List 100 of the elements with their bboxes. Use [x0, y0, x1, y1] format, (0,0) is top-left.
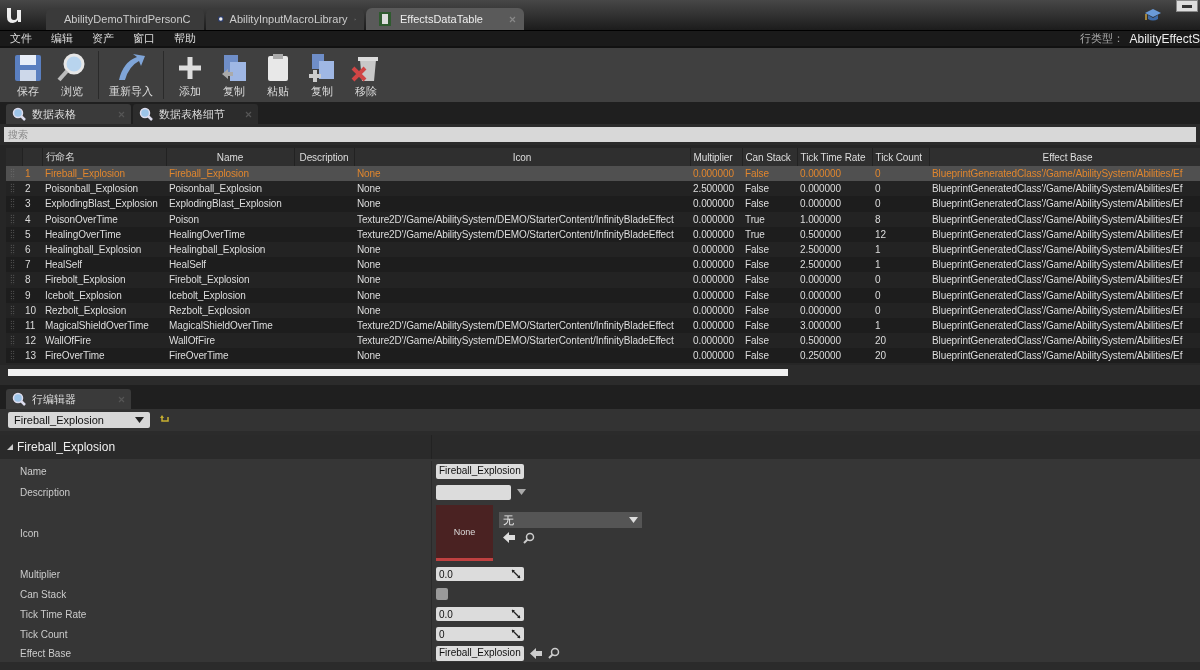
toolbar-button[interactable]: 粘贴: [256, 51, 300, 99]
drag-handle-icon[interactable]: [10, 183, 15, 195]
number-field[interactable]: 0: [436, 627, 524, 641]
table-cell: WallOfFire: [42, 333, 166, 349]
toolbar-button[interactable]: 移除: [344, 51, 388, 99]
table-cell: 0.500000: [797, 226, 872, 242]
minimize-button[interactable]: [1176, 0, 1198, 12]
row-number: 8: [22, 272, 42, 288]
property-label: Can Stack: [20, 588, 67, 600]
column-header[interactable]: Effect Base: [929, 148, 1200, 166]
text-field[interactable]: [436, 484, 511, 500]
drag-handle-icon[interactable]: [10, 289, 15, 301]
table-cell: 12: [872, 226, 929, 242]
toolbar-button[interactable]: 添加: [168, 51, 212, 99]
text-field[interactable]: Fireball_Explosion: [436, 464, 524, 479]
toolbar-button[interactable]: 复制: [212, 51, 256, 99]
table-cell: Healingball_Explosion: [166, 241, 294, 258]
table-cell: 20: [872, 333, 929, 349]
column-header[interactable]: Name: [166, 148, 294, 166]
menu-item[interactable]: 文件: [10, 31, 32, 46]
table-cell: None: [354, 181, 690, 197]
property-label: Multiplier: [20, 568, 60, 580]
drag-handle-icon[interactable]: [10, 213, 15, 225]
asset-field[interactable]: Fireball_Explosion: [436, 645, 524, 661]
drag-handle-icon[interactable]: [10, 335, 15, 347]
table-cell: HealSelf: [42, 257, 166, 273]
table-cell: Firebolt_Explosion: [42, 272, 166, 288]
document-tab[interactable]: AbilityInputMacroLibrary: [206, 8, 364, 30]
table-cell: True: [742, 226, 797, 242]
panel-tab[interactable]: 行编辑器: [6, 389, 131, 409]
table-cell: 0.000000: [690, 317, 742, 334]
left-arrow-icon: [530, 647, 542, 659]
search-field[interactable]: 搜索: [4, 127, 1196, 142]
texture-thumbnail[interactable]: None: [436, 505, 493, 561]
table-cell: HealingOverTime: [166, 226, 294, 242]
asset-dropdown[interactable]: 无: [499, 512, 642, 528]
table-cell: 0.000000: [797, 181, 872, 197]
column-header[interactable]: Description: [294, 148, 354, 166]
scrollbar-thumb[interactable]: [8, 369, 788, 376]
caret-icon: [629, 517, 638, 523]
row-dropdown[interactable]: Fireball_Explosion: [8, 412, 150, 428]
row-number: 13: [22, 348, 42, 364]
panel-tab[interactable]: 数据表格细节: [133, 104, 258, 124]
row-type-value: AbilityEffectS: [1129, 31, 1200, 46]
drag-handle-icon[interactable]: [10, 198, 15, 210]
menu-item[interactable]: 编辑: [51, 31, 73, 46]
toolbar-button[interactable]: 复制: [300, 51, 344, 99]
menu-item[interactable]: 帮助: [174, 31, 196, 46]
table-cell: False: [742, 302, 797, 318]
checkbox[interactable]: [436, 588, 448, 600]
toolbar-button[interactable]: 保存: [6, 51, 50, 99]
table-cell: 2.500000: [690, 181, 742, 197]
table-cell: Icebolt_Explosion: [42, 287, 166, 303]
table-cell: 8: [872, 211, 929, 227]
column-header[interactable]: Multiplier: [690, 148, 742, 166]
table-cell: False: [742, 333, 797, 349]
table-cell: BlueprintGeneratedClass'/Game/AbilitySystem/Abilities/Ef: [929, 226, 1200, 242]
column-header[interactable]: Icon: [354, 148, 690, 166]
logo-icon: [4, 5, 24, 25]
row-number: 9: [22, 287, 42, 303]
table-cell: 2.500000: [797, 241, 872, 258]
table-cell: False: [742, 317, 797, 334]
table-cell: Poisonball_Explosion: [42, 181, 166, 197]
drag-handle-icon[interactable]: [10, 259, 15, 271]
table-cell: 0.000000: [797, 196, 872, 212]
table-cell: BlueprintGeneratedClass'/Game/AbilitySystem/Abilities/Ef: [929, 348, 1200, 364]
row-number: 2: [22, 181, 42, 197]
table-cell: 0.000000: [690, 166, 742, 182]
table-cell: False: [742, 272, 797, 288]
document-tab[interactable]: EffectsDataTable: [366, 8, 524, 30]
table-cell: 0: [872, 272, 929, 288]
toolbar-button[interactable]: 重新导入: [103, 51, 159, 99]
drag-handle-icon[interactable]: [10, 350, 15, 362]
column-header[interactable]: 行命名: [42, 148, 166, 166]
drag-handle-icon[interactable]: [10, 274, 15, 286]
toolbar-button[interactable]: 浏览: [50, 51, 94, 99]
drag-handle-icon[interactable]: [10, 319, 15, 331]
table-cell: HealingOverTime: [42, 226, 166, 242]
menu-item[interactable]: 资产: [92, 31, 114, 46]
table-cell: 1: [872, 241, 929, 258]
column-header[interactable]: Can Stack: [742, 148, 797, 166]
table-cell: 0.500000: [797, 333, 872, 349]
drag-handle-icon[interactable]: [10, 304, 15, 316]
reset-arrow-icon: [160, 415, 170, 425]
panel-tab[interactable]: 数据表格: [6, 104, 131, 124]
table-cell: BlueprintGeneratedClass'/Game/AbilitySystem/Abilities/Ef: [929, 211, 1200, 227]
caret-icon: [517, 489, 526, 495]
menu-item[interactable]: 窗口: [133, 31, 155, 46]
drag-handle-icon[interactable]: [10, 244, 15, 256]
document-tab[interactable]: AbilityDemoThirdPersonC: [46, 8, 204, 30]
table-cell: Fireball_Explosion: [166, 166, 294, 182]
table-cell: False: [742, 287, 797, 303]
column-header[interactable]: Tick Count: [872, 148, 929, 166]
row-number: 10: [22, 302, 42, 318]
column-header[interactable]: Tick Time Rate: [797, 148, 872, 166]
table-cell: 0.000000: [690, 302, 742, 318]
drag-handle-icon[interactable]: [10, 228, 15, 240]
number-field[interactable]: 0.0: [436, 567, 524, 581]
table-cell: None: [354, 287, 690, 303]
number-field[interactable]: 0.0: [436, 607, 524, 621]
